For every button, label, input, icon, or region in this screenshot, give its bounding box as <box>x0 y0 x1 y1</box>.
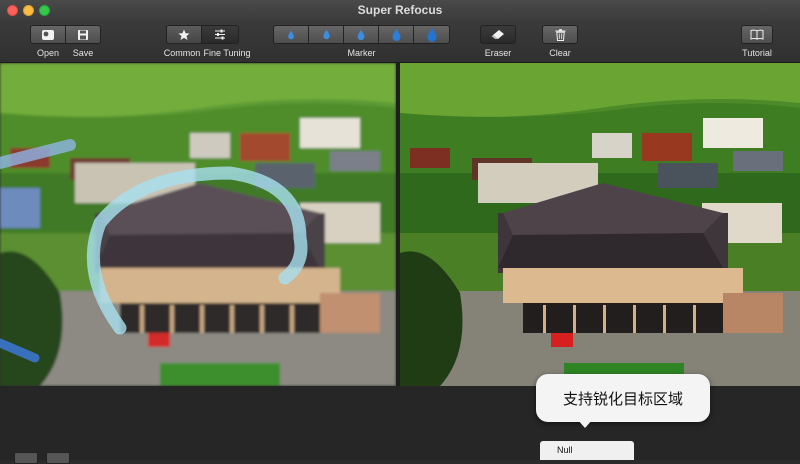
tooltip-text: 支持锐化目标区域 <box>562 390 683 408</box>
marker-size-4-button[interactable] <box>378 25 414 44</box>
floppy-disk-icon <box>78 29 88 40</box>
title-bar: Super Refocus <box>0 0 800 21</box>
save-button[interactable] <box>65 25 101 44</box>
water-drop-icon <box>322 29 330 40</box>
dropdown-selected: Null <box>557 445 573 455</box>
trash-icon <box>555 28 565 41</box>
water-drop-icon <box>392 28 400 41</box>
eraser-label: Eraser <box>484 48 512 58</box>
tutorial-button[interactable] <box>741 25 773 44</box>
marker-size-1-button[interactable] <box>273 25 309 44</box>
fine-tuning-label: Fine Tuning <box>203 48 251 58</box>
marker-size-2-button[interactable] <box>308 25 344 44</box>
tooltip: 支持锐化目标区域 <box>536 374 710 422</box>
star-icon <box>178 29 190 40</box>
open-label: Open <box>36 48 60 58</box>
tutorial-label: Tutorial <box>742 48 772 58</box>
water-drop-icon <box>357 29 365 40</box>
open-image-icon <box>42 29 54 40</box>
tooltip-tail <box>577 419 593 428</box>
original-photo <box>0 63 396 386</box>
water-drop-icon <box>426 27 437 42</box>
eraser-button[interactable] <box>480 25 516 44</box>
eraser-icon <box>491 30 504 39</box>
open-button[interactable] <box>30 25 66 44</box>
fine-tuning-mode-button[interactable] <box>201 25 239 44</box>
zoom-out-button[interactable] <box>14 452 38 464</box>
common-label: Common <box>163 48 201 58</box>
refocused-photo <box>400 63 800 386</box>
common-mode-button[interactable] <box>166 25 202 44</box>
book-icon <box>750 29 764 40</box>
marker-size-5-button[interactable] <box>413 25 450 44</box>
original-image-panel[interactable] <box>0 63 396 386</box>
clear-label: Clear <box>549 48 571 58</box>
clear-button[interactable] <box>542 25 578 44</box>
save-label: Save <box>72 48 94 58</box>
sliders-icon <box>215 29 225 40</box>
toolbar: Open Save Common Fine Tuning Marker Eras… <box>0 20 800 63</box>
refocused-image-panel[interactable] <box>400 63 800 386</box>
mode-dropdown[interactable]: Null <box>540 441 634 460</box>
zoom-in-button[interactable] <box>46 452 70 464</box>
marker-size-3-button[interactable] <box>343 25 379 44</box>
window-title: Super Refocus <box>357 3 443 17</box>
marker-label: Marker <box>347 48 376 58</box>
water-drop-icon <box>288 30 294 39</box>
